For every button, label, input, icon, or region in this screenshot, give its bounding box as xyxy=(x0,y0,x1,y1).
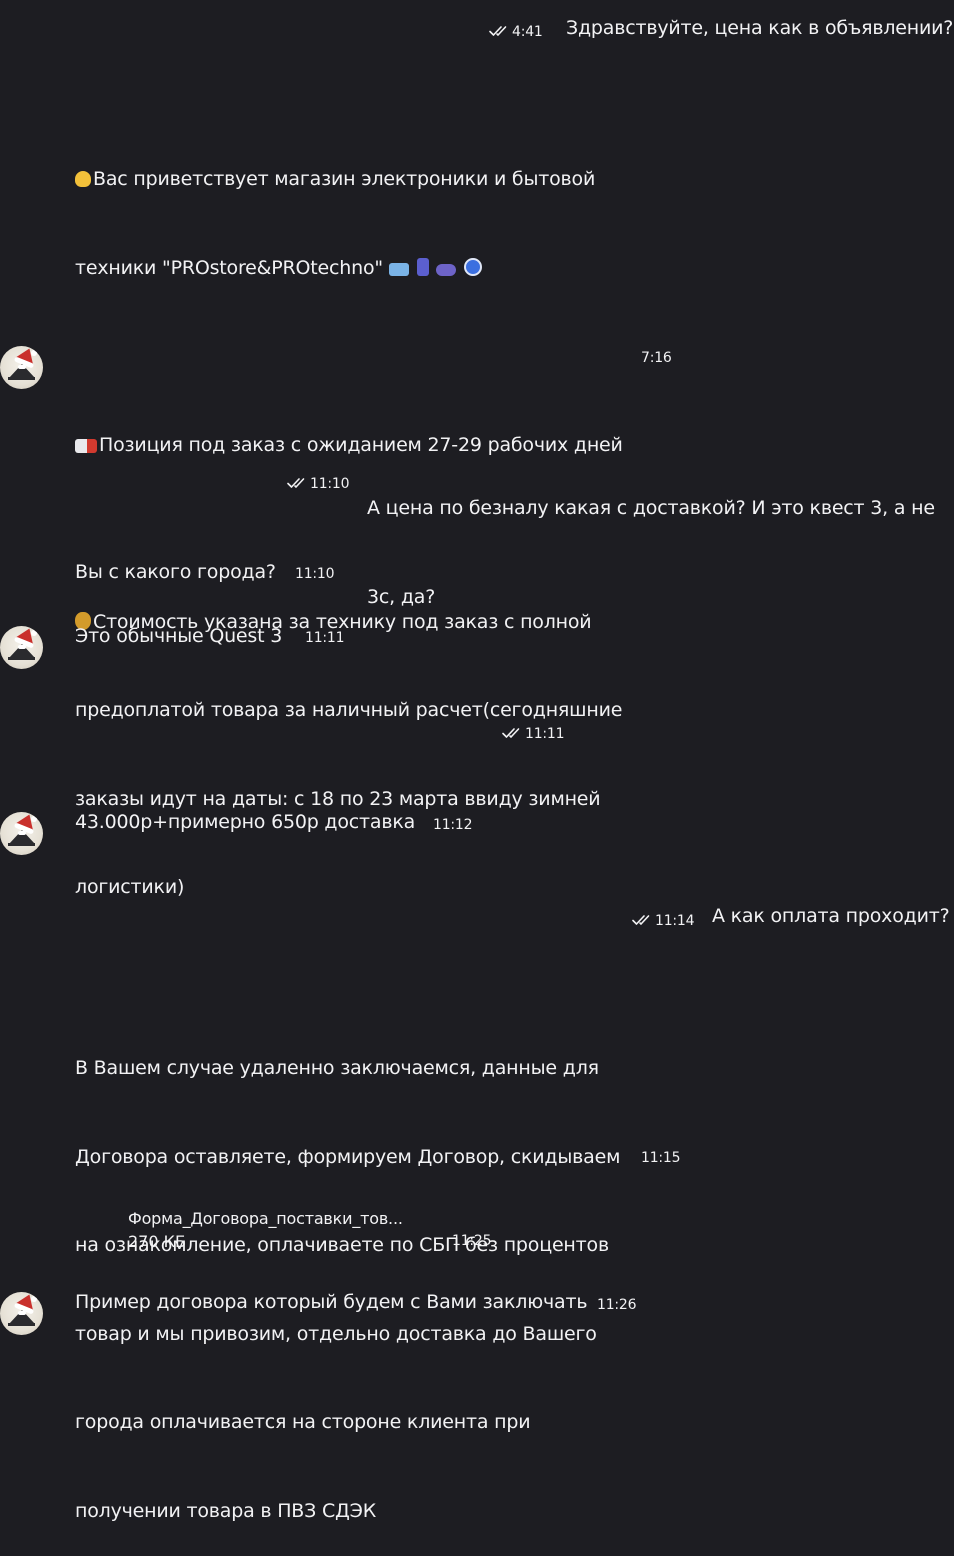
message-3[interactable]: А цена по безналу какая с доставкой? И э… xyxy=(367,435,935,642)
file-name: Форма_Договора_поставки_тов... xyxy=(128,1209,403,1228)
message-1-text[interactable]: Здравствуйте, цена как в объявлении? xyxy=(566,14,953,44)
message-line: 3с, да? xyxy=(367,585,436,608)
phone-icon xyxy=(416,257,429,276)
message-time: 11:12 xyxy=(433,817,473,833)
message-time: 7:16 xyxy=(641,350,672,366)
clock-icon xyxy=(464,257,483,276)
message-line: предоплатой товара за наличный расчет(се… xyxy=(75,699,623,721)
truck-icon xyxy=(75,438,97,453)
message-8-text[interactable]: А как оплата проходит? xyxy=(712,902,950,932)
message-1-status: 4:41 xyxy=(489,21,543,40)
avatar[interactable] xyxy=(0,812,43,855)
message-3-status: 11:10 xyxy=(287,473,350,492)
message-line: логистики) xyxy=(75,876,185,898)
message-line: получении товара в ПВЗ СДЭК xyxy=(75,1499,377,1522)
message-6-status: 11:11 xyxy=(502,723,565,742)
double-check-icon xyxy=(489,25,509,37)
message-time: 11:26 xyxy=(597,1297,637,1313)
file-attachment[interactable]: Форма_Договора_поставки_тов... 270 КБ xyxy=(128,1209,403,1251)
double-check-icon xyxy=(632,914,652,926)
message-line: товар и мы привозим, отдельно доставка д… xyxy=(75,1322,597,1345)
message-time: 11:10 xyxy=(295,566,335,582)
message-line: техники "PROstore&PROtechno" xyxy=(75,256,383,279)
file-size: 270 КБ xyxy=(128,1232,186,1251)
message-5-text[interactable]: Это обычные Quest 3 xyxy=(75,622,282,652)
waving-hand-icon xyxy=(75,171,91,187)
laptop-icon xyxy=(388,262,409,276)
message-time: 11:25 xyxy=(452,1233,492,1249)
message-time: 11:14 xyxy=(655,913,695,929)
avatar[interactable] xyxy=(0,1292,43,1335)
message-9[interactable]: В Вашем случае удаленно заключаемся, дан… xyxy=(75,995,620,1556)
message-7-text[interactable]: 43.000р+примерно 650р доставка xyxy=(75,808,415,838)
avatar[interactable] xyxy=(0,346,43,389)
message-time: 11:11 xyxy=(305,630,345,646)
message-line: Вас приветствует магазин электроники и б… xyxy=(93,168,596,190)
message-time: 11:10 xyxy=(310,476,350,492)
gamepad-icon xyxy=(436,263,457,276)
message-8-status: 11:14 xyxy=(632,910,695,929)
message-4-text[interactable]: Вы с какого города? xyxy=(75,558,276,588)
message-time: 4:41 xyxy=(512,24,543,40)
double-check-icon xyxy=(287,477,307,489)
message-time: 11:11 xyxy=(525,726,565,742)
double-check-icon xyxy=(502,727,522,739)
message-line: Договора оставляете, формируем Договор, … xyxy=(75,1145,621,1168)
message-11-text[interactable]: Пример договора который будем с Вами зак… xyxy=(75,1288,588,1318)
message-time: 11:15 xyxy=(641,1150,681,1166)
avatar[interactable] xyxy=(0,626,43,669)
message-line: города оплачивается на стороне клиента п… xyxy=(75,1411,531,1433)
message-line: А цена по безналу какая с доставкой? И э… xyxy=(367,497,935,519)
message-line: В Вашем случае удаленно заключаемся, дан… xyxy=(75,1057,599,1079)
